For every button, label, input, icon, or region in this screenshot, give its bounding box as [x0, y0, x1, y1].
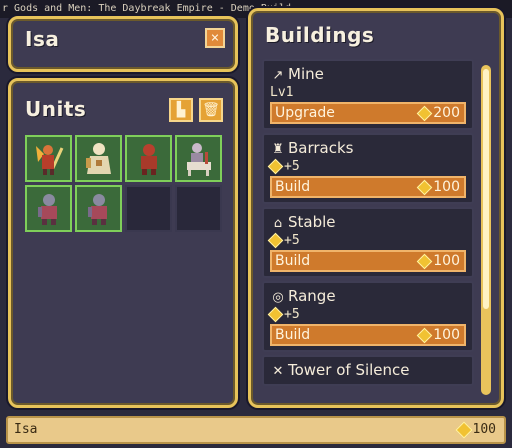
pickaxe-icon: ↗	[272, 68, 284, 83]
building-name: Barracks	[288, 139, 354, 157]
building-bonus: +5	[284, 307, 300, 322]
building-card-stable: ⌂ Stable +5 Build 100	[262, 207, 474, 278]
status-location: Isa	[14, 422, 38, 437]
coin-icon	[267, 306, 284, 323]
cost-value: 100	[433, 327, 460, 343]
building-name: Range	[288, 287, 336, 305]
robed-priest-icon	[85, 142, 111, 174]
buildings-scrollbar[interactable]	[481, 65, 491, 395]
building-card-barracks: ♜ Barracks +5 Build 100	[262, 133, 474, 204]
coin-icon	[416, 179, 433, 195]
buildings-panel: Buildings ↗ Mine Lv1 Upgrade 200 ♜ Barrack…	[248, 8, 504, 408]
trash-icon: 🗑	[202, 102, 220, 118]
button-label: Upgrade	[275, 105, 335, 121]
red-warrior-icon	[140, 143, 157, 175]
empty-unit-slot[interactable]	[125, 185, 172, 232]
button-label: Build	[275, 179, 311, 195]
building-name: Stable	[288, 213, 336, 231]
footsoldier-icon	[87, 193, 107, 225]
location-name: Isa	[25, 27, 60, 51]
close-button[interactable]: ×	[205, 28, 225, 48]
units-grid	[25, 135, 225, 232]
coin-icon	[416, 105, 433, 121]
boot-icon: ▙	[176, 102, 186, 118]
unit-slot[interactable]	[175, 135, 222, 182]
cavalry-rider-icon	[186, 142, 211, 176]
location-panel: Isa ×	[8, 16, 238, 72]
coin-icon	[267, 158, 284, 175]
buildings-title: Buildings	[265, 23, 375, 47]
coin-icon	[455, 421, 473, 438]
winged-knight-icon	[35, 144, 63, 175]
gold-counter: 100	[455, 418, 496, 442]
building-level: Lv1	[270, 85, 294, 100]
sort-units-button[interactable]: ▙	[169, 98, 193, 122]
building-card-range: ◎ Range +5 Build 100	[262, 281, 474, 352]
coin-icon	[267, 232, 284, 249]
button-label: Build	[275, 327, 311, 343]
build-range-button[interactable]: Build 100	[270, 324, 466, 346]
disband-units-button[interactable]: 🗑	[199, 98, 223, 122]
cost-value: 100	[433, 179, 460, 195]
stable-icon: ⌂	[273, 216, 283, 231]
unit-slot[interactable]	[25, 185, 72, 232]
building-bonus: +5	[284, 159, 300, 174]
units-title: Units	[25, 97, 87, 121]
cost-value: 200	[433, 105, 460, 121]
upgrade-mine-button[interactable]: Upgrade 200	[270, 102, 466, 124]
building-bonus: +5	[284, 233, 300, 248]
coin-icon	[416, 327, 433, 343]
cost-value: 100	[433, 253, 460, 269]
unit-slot[interactable]	[25, 135, 72, 182]
unit-slot[interactable]	[75, 185, 122, 232]
close-icon: ×	[210, 30, 220, 46]
footsoldier-icon	[37, 193, 57, 225]
empty-unit-slot[interactable]	[175, 185, 222, 232]
build-stable-button[interactable]: Build 100	[270, 250, 466, 272]
status-bar: Isa 100	[6, 416, 506, 444]
target-icon: ◎	[272, 290, 284, 305]
gold-value: 100	[472, 422, 496, 437]
building-card-tower-of-silence: ✕ Tower of Silence	[262, 355, 474, 386]
units-panel: Units ▙ 🗑	[8, 78, 238, 408]
build-barracks-button[interactable]: Build 100	[270, 176, 466, 198]
unit-slot[interactable]	[75, 135, 122, 182]
building-card-mine: ↗ Mine Lv1 Upgrade 200	[262, 59, 474, 130]
building-name: Mine	[288, 65, 324, 83]
tower-icon: ✕	[272, 364, 284, 379]
scrollbar-thumb[interactable]	[483, 69, 489, 309]
button-label: Build	[275, 253, 311, 269]
building-name: Tower of Silence	[288, 361, 410, 379]
coin-icon	[416, 253, 433, 269]
barracks-icon: ♜	[272, 142, 284, 157]
unit-slot[interactable]	[125, 135, 172, 182]
buildings-list: ↗ Mine Lv1 Upgrade 200 ♜ Barracks +5 Build…	[262, 59, 474, 395]
